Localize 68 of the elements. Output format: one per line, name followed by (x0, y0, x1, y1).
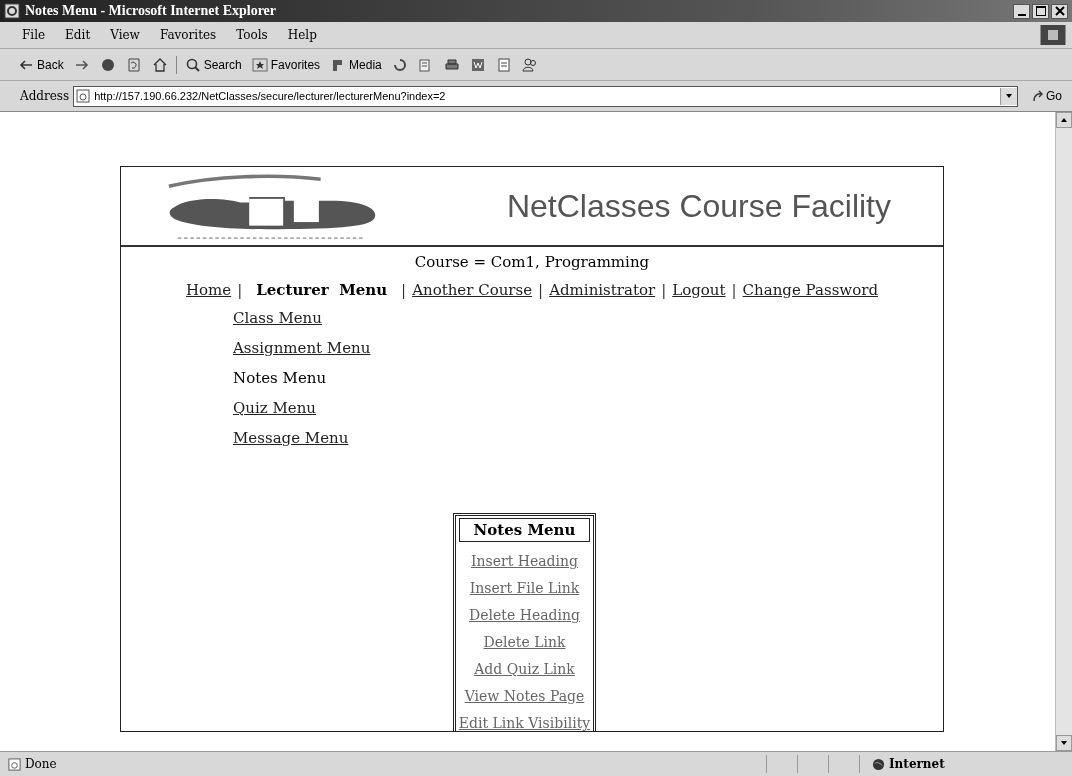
status-text: Done (25, 757, 57, 771)
separator: | (538, 281, 544, 299)
menu-item[interactable]: Favorites (157, 28, 219, 42)
address-field[interactable]: http://157.190.66.232/NetClasses/secure/lecturer/lecturerMenu?index=2 (73, 85, 1018, 107)
scroll-up-icon[interactable] (1060, 116, 1068, 124)
menu-item[interactable]: Tools (234, 28, 270, 42)
windows-logo-icon (1040, 25, 1066, 45)
menu-item[interactable]: Edit (63, 28, 93, 42)
refresh-icon (125, 56, 142, 73)
separator: | (661, 281, 667, 299)
notes-menu-link[interactable]: Add Quiz Link (474, 661, 575, 677)
notes-menu-link[interactable]: Delete Link (483, 634, 566, 650)
print-icon (443, 56, 460, 73)
security-zone: Internet (889, 757, 945, 771)
notes-menu-title: Notes Menu (458, 518, 591, 542)
dropdown-button[interactable] (1000, 87, 1017, 105)
menu-link[interactable]: Class Menu (233, 307, 371, 330)
messenger-icon (521, 56, 538, 73)
notes-menu-link[interactable]: View Notes Page (464, 688, 585, 704)
maximize-icon (1035, 6, 1046, 16)
menu-item[interactable]: View (108, 28, 142, 42)
notes-menu-link[interactable]: Edit Link Visibility (458, 715, 591, 731)
notes-menu-link[interactable]: Insert File Link (469, 580, 580, 596)
maximize-button[interactable] (1032, 3, 1049, 19)
separator: | (401, 281, 407, 299)
current-menu-label: Notes Menu (233, 368, 328, 389)
discuss-icon (495, 56, 512, 73)
nav-link[interactable]: Logout (672, 281, 726, 299)
notes-menu-link[interactable]: Delete Heading (469, 607, 580, 623)
close-button[interactable] (1051, 3, 1068, 19)
nav-link[interactable]: Administrator (549, 281, 656, 299)
menu-link[interactable]: Assignment Menu (233, 337, 371, 360)
notes-menu-link[interactable]: Insert Heading (470, 553, 578, 569)
search-button[interactable]: Search (182, 56, 244, 73)
site-title: NetClasses Course Facility (506, 187, 891, 225)
go-button[interactable]: Go (1022, 89, 1066, 103)
page-icon (8, 757, 21, 771)
nav-link[interactable]: Home (186, 281, 232, 299)
arrow-icon (1032, 90, 1044, 102)
globe-icon (872, 757, 885, 771)
menu-item[interactable]: File (20, 28, 48, 42)
window-title: Notes Menu - Microsoft Internet Explorer (25, 3, 277, 19)
separator: | (731, 281, 737, 299)
close-icon (1054, 6, 1065, 16)
stop-icon (99, 56, 116, 73)
edit-icon (469, 56, 486, 73)
browser-icon (4, 3, 20, 19)
address-label: Address (20, 89, 70, 103)
menu-link[interactable]: Message Menu (233, 427, 371, 450)
course-label: Course = Com1, Programming (414, 253, 650, 271)
separator: | (237, 281, 243, 299)
nav-link[interactable]: Another Course (412, 281, 533, 299)
home-icon (151, 56, 168, 73)
scroll-down-icon[interactable] (1060, 739, 1068, 747)
caret-icon (1005, 92, 1013, 100)
media-button[interactable]: Media (328, 56, 384, 73)
page-icon (76, 89, 91, 103)
minimize-button[interactable] (1013, 3, 1030, 19)
back-button[interactable]: Back (16, 56, 66, 73)
favorites-icon (251, 56, 268, 73)
nav-link[interactable]: Change Password (742, 281, 878, 299)
menu-link[interactable]: Quiz Menu (233, 397, 371, 420)
search-icon (184, 56, 201, 73)
favorites-button[interactable]: Favorites (249, 56, 323, 73)
minimize-icon (1017, 13, 1026, 16)
history-icon (391, 56, 408, 73)
menu-item[interactable]: Help (285, 28, 319, 42)
current-page-label: Lecturer Menu (256, 281, 388, 299)
